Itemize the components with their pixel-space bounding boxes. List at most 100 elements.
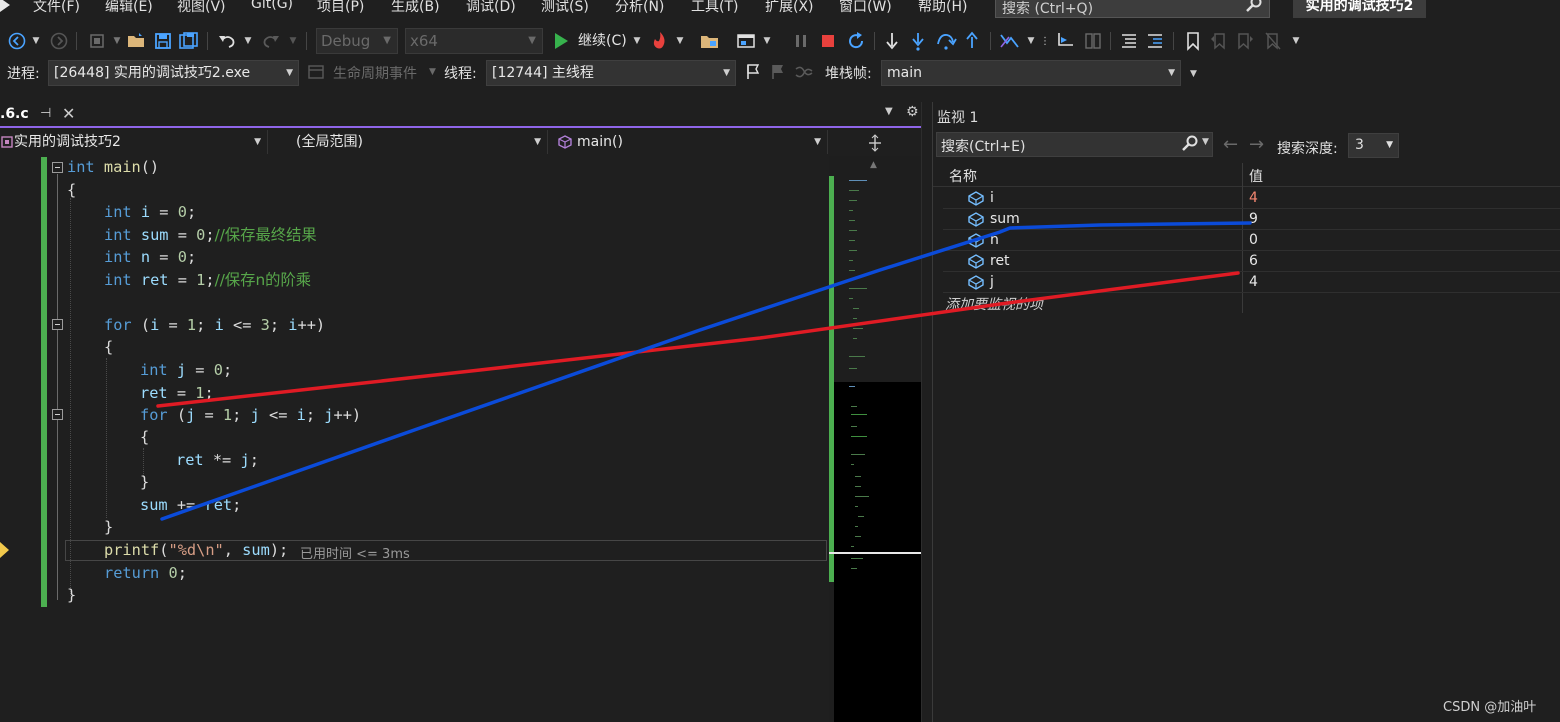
menu-view[interactable]: 视图(V) — [177, 0, 226, 16]
run-to-cursor-icon[interactable] — [1054, 30, 1078, 52]
watch-row[interactable]: sum 9 — [943, 209, 1560, 230]
search-options-dropdown-icon[interactable]: ▼ — [1202, 137, 1209, 147]
collapse-for-inner-icon[interactable] — [52, 409, 63, 420]
new-project-icon[interactable] — [86, 30, 108, 52]
previous-bookmark-icon[interactable] — [1208, 30, 1230, 52]
menu-edit[interactable]: 编辑(E) — [105, 0, 153, 16]
platform-select[interactable]: x64 ▼ — [405, 28, 543, 54]
scope-select[interactable]: (全局范围) ▼ — [274, 130, 548, 154]
watch-row-value[interactable]: 9 — [1249, 211, 1258, 227]
uncomment-lines-icon[interactable] — [1144, 30, 1166, 52]
break-all-icon[interactable] — [791, 30, 811, 52]
column-name-header[interactable]: 名称 — [949, 166, 977, 186]
window-layout-icon[interactable] — [735, 30, 757, 52]
collapse-main-icon[interactable] — [52, 162, 63, 173]
step-over-icon[interactable] — [934, 30, 958, 52]
next-bookmark-icon[interactable] — [1234, 30, 1256, 52]
hot-reload-dropdown-icon[interactable]: ▼ — [675, 30, 685, 52]
minimap-scrollbar[interactable]: ▲ — [829, 156, 921, 722]
project-select[interactable]: 实用的调试技巧2 ▼ — [0, 130, 268, 154]
comment-lines-icon[interactable] — [1118, 30, 1140, 52]
editor-split-icon[interactable] — [829, 130, 921, 156]
flag-thread-icon[interactable] — [742, 61, 764, 83]
lifecycle-events-label[interactable]: 生命周期事件 — [333, 63, 417, 83]
function-select[interactable]: main() ▼ — [554, 130, 828, 154]
diagnostic-tools-icon[interactable] — [998, 30, 1022, 52]
continue-dropdown-icon[interactable]: ▼ — [632, 30, 642, 52]
diagnostic-dropdown-icon[interactable]: ▼ — [1026, 30, 1036, 52]
add-watch-item[interactable]: 添加要监视的项 — [945, 294, 1043, 314]
threads-icon[interactable] — [793, 61, 815, 83]
back-dropdown-icon[interactable]: ▼ — [30, 30, 42, 52]
watch-row[interactable]: ret 6 — [943, 251, 1560, 272]
show-next-statement-icon[interactable] — [882, 30, 902, 52]
global-search-input[interactable]: 搜索 (Ctrl+Q) — [995, 0, 1270, 18]
watch-window-title[interactable]: 监视 1 — [937, 107, 978, 127]
document-tab[interactable]: .6.c ⊣ ✕ — [0, 102, 83, 128]
watch-row-value[interactable]: 6 — [1249, 253, 1258, 269]
hot-reload-icon[interactable] — [649, 30, 671, 52]
search-depth-select[interactable]: 3 ▼ — [1348, 133, 1399, 158]
redo-icon[interactable] — [260, 30, 282, 52]
watch-row-value[interactable]: 4 — [1249, 274, 1258, 290]
watch-search-input[interactable]: 搜索(Ctrl+E) ▼ — [936, 132, 1213, 157]
show-flagged-threads-icon[interactable] — [767, 61, 789, 83]
watch-row-value[interactable]: 0 — [1249, 232, 1258, 248]
menu-build[interactable]: 生成(B) — [391, 0, 440, 16]
step-into-icon[interactable] — [908, 30, 928, 52]
collapse-for-outer-icon[interactable] — [52, 319, 63, 330]
watch-row[interactable]: j4 — [943, 272, 1560, 293]
menu-extensions[interactable]: 扩展(X) — [765, 0, 814, 16]
pin-icon[interactable]: ⊣ — [40, 106, 51, 121]
close-icon[interactable]: ✕ — [62, 104, 75, 123]
code-map-icon[interactable] — [1082, 30, 1104, 52]
toolbar-overflow-icon[interactable]: ▼ — [1290, 30, 1302, 52]
column-value-header[interactable]: 值 — [1249, 166, 1263, 186]
undo-icon[interactable] — [216, 30, 238, 52]
thread-select[interactable]: [12744] 主线程 ▼ — [486, 60, 736, 86]
save-all-icon[interactable] — [178, 30, 200, 52]
search-previous-icon[interactable]: ← — [1223, 134, 1238, 155]
search-icon[interactable] — [1181, 135, 1199, 153]
search-next-icon[interactable]: → — [1249, 134, 1264, 155]
watch-row-value[interactable]: 4 — [1249, 190, 1258, 206]
menu-test[interactable]: 测试(S) — [541, 0, 589, 16]
step-out-icon[interactable] — [962, 30, 982, 52]
lifecycle-dropdown-icon[interactable]: ▼ — [429, 67, 436, 77]
open-folder-icon[interactable] — [126, 30, 148, 52]
clear-bookmarks-icon[interactable] — [1262, 30, 1284, 52]
redo-dropdown-icon[interactable]: ▼ — [288, 30, 298, 52]
back-icon[interactable] — [6, 30, 28, 52]
menu-git[interactable]: Git(G) — [251, 0, 293, 12]
gear-icon[interactable]: ⚙ — [906, 104, 919, 120]
undo-dropdown-icon[interactable]: ▼ — [243, 30, 253, 52]
menu-analyze[interactable]: 分析(N) — [615, 0, 664, 16]
bookmark-icon[interactable] — [1182, 30, 1204, 52]
restart-icon[interactable] — [845, 30, 867, 52]
new-dropdown-icon[interactable]: ▼ — [112, 30, 122, 52]
menu-window[interactable]: 窗口(W) — [839, 0, 892, 16]
visual-studio-logo[interactable] — [0, 0, 18, 12]
tab-list-dropdown-icon[interactable]: ▼ — [885, 106, 893, 117]
save-icon[interactable] — [152, 30, 174, 52]
continue-button-label[interactable]: 继续(C) — [578, 30, 627, 50]
forward-icon[interactable] — [48, 30, 70, 52]
menu-help[interactable]: 帮助(H) — [918, 0, 967, 16]
watch-row[interactable]: n0 — [943, 230, 1560, 251]
stack-frame-select[interactable]: main ▼ — [881, 60, 1181, 86]
browse-folder-icon[interactable] — [699, 30, 721, 52]
menu-tools[interactable]: 工具(T) — [691, 0, 738, 16]
stop-debugging-icon[interactable] — [818, 30, 838, 52]
menu-file[interactable]: 文件(F) — [33, 0, 80, 16]
lifecycle-events-icon[interactable] — [306, 61, 326, 83]
code-line: } — [104, 518, 114, 536]
configuration-select[interactable]: Debug ▼ — [316, 28, 398, 54]
scroll-up-icon[interactable]: ▲ — [870, 160, 877, 170]
menu-debug[interactable]: 调试(D) — [466, 0, 516, 16]
toolbar-overflow-icon[interactable]: ▼ — [1190, 69, 1197, 79]
watch-row[interactable]: i4 — [943, 188, 1560, 209]
continue-play-icon[interactable] — [551, 30, 571, 52]
menu-project[interactable]: 项目(P) — [317, 0, 364, 16]
layout-dropdown-icon[interactable]: ▼ — [762, 30, 772, 52]
process-select[interactable]: [26448] 实用的调试技巧2.exe ▼ — [48, 60, 299, 86]
